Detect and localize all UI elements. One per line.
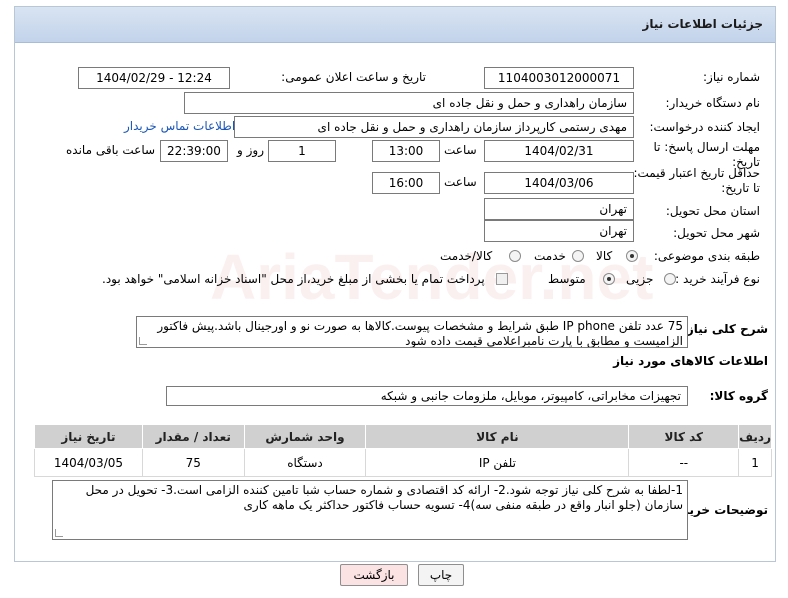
buyer-notes-text: 1-لطفا به شرح کلی نیاز توجه شود.2- ارائه… — [85, 483, 683, 512]
announce-label: تاریخ و ساعت اعلان عمومی: — [281, 70, 426, 84]
description-label: شرح کلی نیاز: — [682, 322, 768, 336]
col-date: تاریخ نیاز — [34, 424, 143, 449]
creator-label: ایجاد کننده درخواست: — [649, 120, 760, 134]
treasury-payment-checkbox[interactable] — [496, 273, 508, 285]
col-unit: واحد شمارش — [243, 424, 367, 449]
cell-unit: دستگاه — [243, 448, 367, 477]
col-index: ردیف — [738, 424, 772, 449]
category-goods-service-text: کالا/خدمت — [440, 249, 493, 263]
reply-date-field: 1404/02/31 — [484, 140, 634, 162]
process-label: نوع فرآیند خرید : — [675, 272, 760, 286]
process-minor-text: جزیی — [626, 272, 654, 286]
goods-table: ردیف کد کالا نام کالا واحد شمارش تعداد /… — [34, 424, 772, 477]
buyer-org-field: سازمان راهداری و حمل و نقل جاده ای — [184, 92, 634, 114]
city-label: شهر محل تحویل: — [673, 226, 760, 240]
need-number-label: شماره نیاز: — [703, 70, 760, 84]
col-name: نام کالا — [365, 424, 630, 449]
category-label: طبقه بندی موضوعی: — [653, 249, 760, 263]
validity-time-label: ساعت — [444, 175, 477, 189]
table-row[interactable]: 1 -- تلفن IP دستگاه 75 1404/03/05 — [34, 448, 772, 477]
panel-header: جزئیات اطلاعات نیاز — [15, 7, 775, 43]
resize-grip-icon[interactable] — [139, 337, 147, 345]
reply-time-field: 13:00 — [372, 140, 440, 162]
goods-group-label: گروه کالا: — [709, 389, 768, 403]
validity-date-field: 1404/03/06 — [484, 172, 634, 194]
days-label: روز و — [237, 143, 264, 157]
description-textarea[interactable]: 75 عدد تلفن IP phone طبق شرایط و مشخصات … — [136, 316, 688, 348]
col-qty: تعداد / مقدار — [141, 424, 245, 449]
province-field: تهران — [484, 198, 634, 220]
buyer-notes-textarea[interactable]: 1-لطفا به شرح کلی نیاز توجه شود.2- ارائه… — [52, 480, 688, 540]
remaining-label: ساعت باقی مانده — [66, 143, 156, 157]
category-goods-text: کالا — [596, 249, 613, 263]
cell-qty: 75 — [141, 448, 245, 477]
treasury-payment-note: پرداخت تمام یا بخشی از مبلغ خرید،از محل … — [102, 272, 485, 286]
process-medium-text: متوسط — [548, 272, 586, 286]
category-goods-radio[interactable] — [626, 250, 638, 262]
process-minor-radio[interactable] — [664, 273, 676, 285]
goods-group-field: تجهیزات مخابراتی، کامپیوتر، موبایل، ملزو… — [166, 386, 688, 406]
buyer-contact-link[interactable]: اطلاعات تماس خریدار — [124, 119, 235, 133]
back-button[interactable]: بازگشت — [340, 564, 408, 586]
buyer-org-label: نام دستگاه خریدار: — [665, 96, 761, 110]
description-text: 75 عدد تلفن IP phone طبق شرایط و مشخصات … — [157, 319, 683, 348]
category-goods-service-radio[interactable] — [509, 250, 521, 262]
goods-section-title: اطلاعات کالاهای مورد نیاز — [613, 354, 768, 368]
category-service-text: خدمت — [534, 249, 566, 263]
cell-index: 1 — [738, 448, 772, 477]
need-number-field: 1104003012000071 — [484, 67, 634, 89]
validity-time-field: 16:00 — [372, 172, 440, 194]
col-code: کد کالا — [628, 424, 740, 449]
cell-code: -- — [628, 448, 740, 477]
table-header-row: ردیف کد کالا نام کالا واحد شمارش تعداد /… — [34, 424, 772, 449]
cell-date: 1404/03/05 — [34, 448, 143, 477]
announce-datetime-field: 1404/02/29 - 12:24 — [78, 67, 230, 89]
remaining-days-field: 1 — [268, 140, 336, 162]
resize-grip-icon[interactable] — [55, 529, 63, 537]
province-label: استان محل تحویل: — [665, 204, 760, 218]
city-field: تهران — [484, 220, 634, 242]
validity-label: حداقل تاریخ اعتبار قیمت: تا تاریخ: — [633, 166, 760, 195]
cell-name: تلفن IP — [365, 448, 630, 477]
page-title: جزئیات اطلاعات نیاز — [642, 17, 763, 31]
process-medium-radio[interactable] — [603, 273, 615, 285]
print-button[interactable]: چاپ — [418, 564, 464, 586]
remaining-time-field: 22:39:00 — [160, 140, 228, 162]
reply-time-label: ساعت — [444, 143, 477, 157]
creator-field: مهدی رستمی کارپرداز سازمان راهداری و حمل… — [234, 116, 634, 138]
category-service-radio[interactable] — [572, 250, 584, 262]
